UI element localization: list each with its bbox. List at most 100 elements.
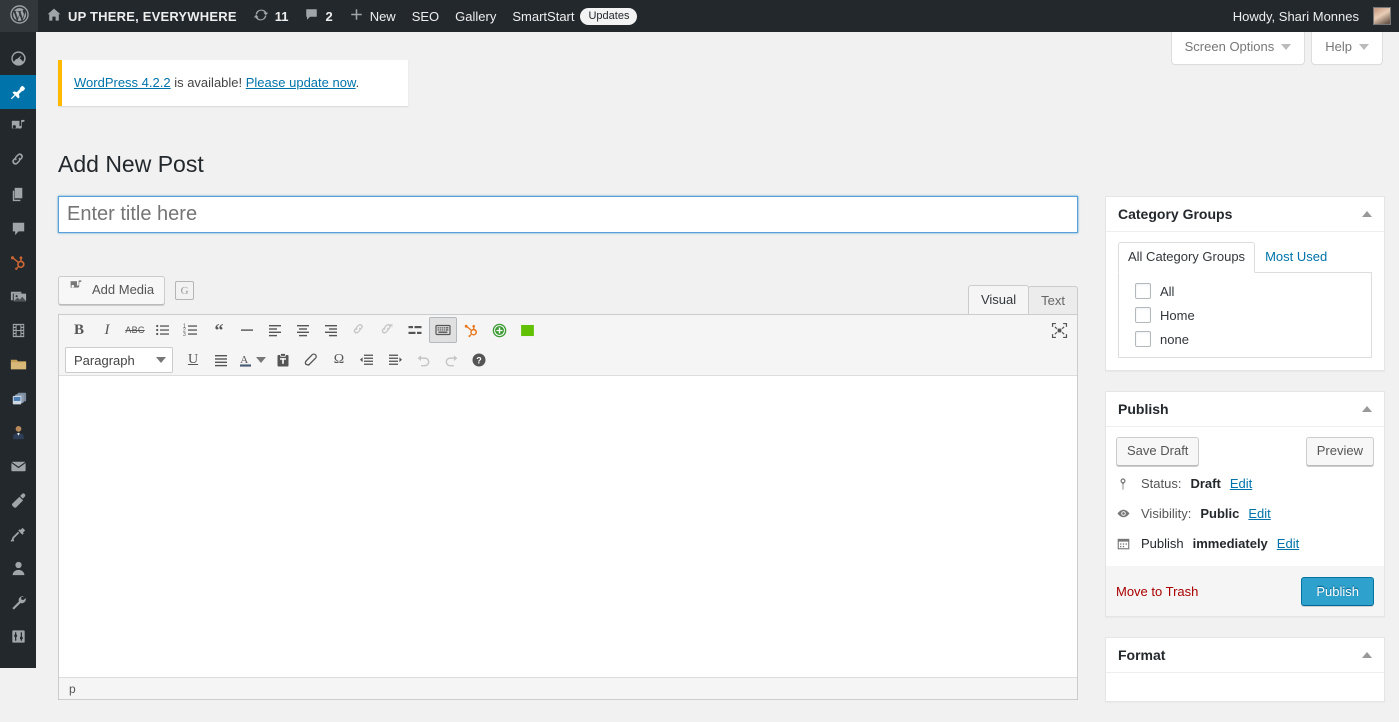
editor-toolbar-group: B I ABC 123 “ Paragraph U A Ω ?	[59, 315, 1077, 376]
publish-header[interactable]: Publish	[1106, 392, 1384, 427]
list-item[interactable]: none	[1135, 331, 1371, 347]
remove-link-icon[interactable]	[373, 317, 401, 343]
blockquote-icon[interactable]: “	[205, 317, 233, 343]
read-more-icon[interactable]	[401, 317, 429, 343]
tab-all-category-groups[interactable]: All Category Groups	[1118, 242, 1256, 273]
category-checkbox-all[interactable]	[1135, 283, 1151, 299]
updates-button[interactable]: 11	[245, 0, 297, 32]
align-right-icon[interactable]	[317, 317, 345, 343]
strikethrough-icon[interactable]: ABC	[121, 317, 149, 343]
publish-title: Publish	[1118, 401, 1169, 417]
new-content-menu[interactable]: New	[341, 0, 404, 32]
save-draft-button[interactable]: Save Draft	[1116, 437, 1200, 466]
sidebar-item-video[interactable]	[0, 313, 36, 347]
green-square-icon[interactable]	[513, 317, 541, 343]
post-title-input[interactable]	[58, 196, 1078, 233]
sidebar-item-appearance[interactable]	[0, 483, 36, 517]
site-name-menu[interactable]: UP THERE, EVERYWHERE	[38, 0, 245, 32]
edit-schedule-link[interactable]: Edit	[1277, 536, 1299, 551]
sidebar-item-files[interactable]	[0, 347, 36, 381]
hubspot-sprocket-icon[interactable]	[457, 317, 485, 343]
sidebar-item-gallery[interactable]	[0, 279, 36, 313]
text-color-icon[interactable]: A	[235, 347, 269, 373]
tab-most-used[interactable]: Most Used	[1255, 242, 1337, 273]
keyboard-shortcuts-help-icon[interactable]: ?	[465, 347, 493, 373]
category-label-all[interactable]: All	[1160, 284, 1174, 299]
tab-visual-editor[interactable]: Visual	[967, 285, 1030, 315]
paste-as-text-icon[interactable]	[269, 347, 297, 373]
sidebar-item-posts[interactable]	[0, 75, 44, 109]
tab-most-used-link[interactable]: Most Used	[1265, 249, 1327, 264]
menu-spacer	[0, 32, 36, 41]
sidebar-item-media[interactable]	[0, 109, 36, 143]
move-to-trash-link[interactable]: Move to Trash	[1116, 584, 1198, 599]
add-media-button[interactable]: Add Media	[58, 276, 166, 305]
gallery-label: Gallery	[455, 8, 497, 24]
special-character-icon[interactable]: Ω	[325, 347, 353, 373]
bold-icon[interactable]: B	[65, 317, 93, 343]
align-center-icon[interactable]	[289, 317, 317, 343]
horizontal-rule-icon[interactable]	[233, 317, 261, 343]
please-update-now-link[interactable]: Please update now	[246, 75, 356, 90]
comments-button[interactable]: 2	[296, 0, 340, 32]
grammarly-button[interactable]: G	[175, 281, 195, 300]
category-label-home[interactable]: Home	[1160, 308, 1195, 323]
sidebar-item-settings[interactable]	[0, 619, 36, 653]
numbered-list-icon[interactable]: 123	[177, 317, 205, 343]
misc-publishing-actions: Status: Draft Edit Visibility: Public Ed…	[1106, 468, 1384, 566]
italic-icon[interactable]: I	[93, 317, 121, 343]
outdent-icon[interactable]	[353, 347, 381, 373]
chevron-up-icon[interactable]	[1362, 406, 1372, 412]
smartstart-updates-badge: Updates	[580, 7, 638, 25]
underline-icon[interactable]: U	[179, 347, 207, 373]
preview-button[interactable]: Preview	[1305, 437, 1374, 466]
update-notice: WordPress 4.2.2 is available! Please upd…	[58, 60, 408, 107]
edit-visibility-link[interactable]: Edit	[1248, 506, 1270, 521]
gallery-menu[interactable]: Gallery	[447, 0, 504, 32]
format-select[interactable]: Paragraph	[65, 347, 173, 373]
category-label-none[interactable]: none	[1160, 332, 1189, 347]
my-account-menu[interactable]: Howdy, Shari Monnes	[1225, 0, 1399, 32]
category-checkbox-none[interactable]	[1135, 331, 1151, 347]
chevron-up-icon[interactable]	[1362, 211, 1372, 217]
edit-status-link[interactable]: Edit	[1230, 476, 1252, 491]
chevron-up-icon[interactable]	[1362, 652, 1372, 658]
editor-element-path[interactable]: p	[69, 682, 76, 696]
publish-button[interactable]: Publish	[1301, 577, 1374, 606]
align-left-icon[interactable]	[261, 317, 289, 343]
sidebar-item-mail[interactable]	[0, 449, 36, 483]
category-groups-header[interactable]: Category Groups	[1106, 197, 1384, 232]
category-checkbox-home[interactable]	[1135, 307, 1151, 323]
sidebar-item-users[interactable]	[0, 551, 36, 585]
insert-link-icon[interactable]	[345, 317, 373, 343]
sidebar-item-comments[interactable]	[0, 211, 36, 245]
post-visibility-value: Public	[1200, 506, 1240, 521]
sidebar-item-pages[interactable]	[0, 177, 36, 211]
indent-icon[interactable]	[381, 347, 409, 373]
seo-menu[interactable]: SEO	[404, 0, 447, 32]
tab-text-editor[interactable]: Text	[1028, 286, 1078, 315]
toggle-toolbar-icon[interactable]	[429, 317, 457, 343]
screen-options-button[interactable]: Screen Options	[1170, 32, 1306, 65]
bulleted-list-icon[interactable]	[149, 317, 177, 343]
sidebar-item-plugins[interactable]	[0, 517, 36, 551]
sidebar-item-links[interactable]	[0, 143, 36, 177]
redo-icon[interactable]	[437, 347, 465, 373]
sidebar-item-profiles[interactable]	[0, 415, 36, 449]
distraction-free-writing-icon[interactable]	[1045, 317, 1073, 343]
help-button[interactable]: Help	[1311, 32, 1383, 65]
justify-icon[interactable]	[207, 347, 235, 373]
smartstart-menu[interactable]: SmartStart Updates	[504, 0, 645, 32]
list-item[interactable]: All	[1135, 283, 1371, 299]
sidebar-item-dashboard[interactable]	[0, 41, 36, 75]
editor-content-area[interactable]	[59, 376, 1077, 682]
add-green-circle-icon[interactable]	[485, 317, 513, 343]
list-item[interactable]: Home	[1135, 307, 1371, 323]
undo-icon[interactable]	[409, 347, 437, 373]
clear-formatting-icon[interactable]	[297, 347, 325, 373]
sidebar-item-slides[interactable]	[0, 381, 36, 415]
sidebar-item-tools[interactable]	[0, 585, 36, 619]
wordpress-logo-button[interactable]	[0, 0, 38, 32]
wordpress-version-link[interactable]: WordPress 4.2.2	[74, 75, 171, 90]
sidebar-item-hubspot[interactable]	[0, 245, 36, 279]
